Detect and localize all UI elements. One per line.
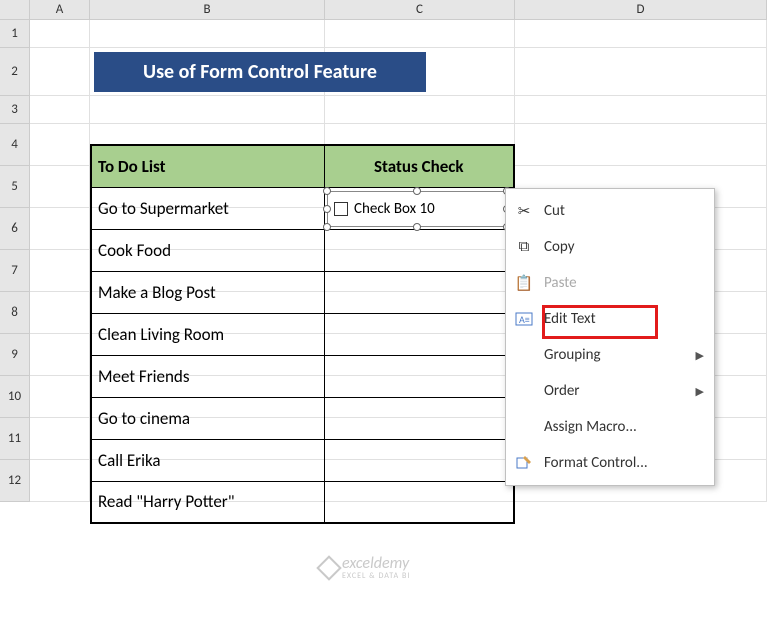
context-menu: ✂ Cut ⧉ Copy 📋 Paste A≡ Edit Text Groupi… [505,188,715,486]
table-row[interactable]: Read "Harry Potter" [91,481,324,523]
table-row[interactable] [324,271,514,313]
cell[interactable] [30,20,90,48]
table-row[interactable]: Cook Food [91,229,324,271]
table-row[interactable]: Call Erika [91,439,324,481]
cell[interactable] [325,20,515,48]
cell[interactable] [30,208,90,250]
table-row[interactable] [324,229,514,271]
cell[interactable] [90,20,325,48]
menu-copy-label: Copy [544,238,704,256]
table-row[interactable] [324,481,514,523]
checkbox-icon[interactable] [334,202,348,216]
table-row[interactable]: Go to Supermarket [91,187,324,229]
row-header-7[interactable]: 7 [0,250,30,292]
menu-format-control-label: Format Control... [544,454,704,472]
menu-cut[interactable]: ✂ Cut [506,193,714,229]
header-todo: To Do List [91,145,324,187]
menu-paste-label: Paste [544,274,704,292]
col-header-A[interactable]: A [30,0,90,20]
table-row[interactable]: Meet Friends [91,355,324,397]
select-all-corner[interactable] [0,0,30,20]
cell[interactable] [515,124,767,166]
table-row[interactable]: Go to cinema [91,397,324,439]
cell[interactable] [30,376,90,418]
scissors-icon: ✂ [514,201,534,221]
cell[interactable] [30,48,90,96]
page-title: Use of Form Control Feature [94,52,426,92]
watermark-text: exceldemy EXCEL & DATA BI [342,554,410,581]
row-header-6[interactable]: 6 [0,208,30,250]
table-row[interactable]: Clean Living Room [91,313,324,355]
col-header-B[interactable]: B [90,0,325,20]
menu-assign-macro-label: Assign Macro... [544,418,704,436]
cell[interactable] [30,418,90,460]
cell[interactable] [30,334,90,376]
row-header-4[interactable]: 4 [0,124,30,166]
row-header-2[interactable]: 2 [0,48,30,96]
cell[interactable] [515,96,767,124]
blank-icon [514,381,534,401]
diamond-icon [316,555,341,580]
col-header-D[interactable]: D [515,0,767,20]
menu-edit-text-label: Edit Text [544,310,704,328]
table-row[interactable] [324,355,514,397]
format-control-icon [514,453,534,473]
cell[interactable] [30,96,90,124]
checkbox-form-control[interactable]: Check Box 10 [327,191,507,227]
column-headers: A B C D [0,0,767,20]
menu-cut-label: Cut [544,202,704,220]
col-header-C[interactable]: C [325,0,515,20]
cell[interactable] [325,96,515,124]
row-header-3[interactable]: 3 [0,96,30,124]
row-header-12[interactable]: 12 [0,460,30,502]
cell[interactable] [30,250,90,292]
paste-icon: 📋 [514,273,534,293]
selection-handle[interactable] [413,223,421,231]
cell[interactable] [515,48,767,96]
table-row[interactable] [324,439,514,481]
chevron-right-icon: ▶ [696,349,704,362]
cell[interactable] [30,292,90,334]
blank-icon [514,345,534,365]
svg-text:A≡: A≡ [519,313,530,326]
checkbox-label: Check Box 10 [354,200,435,218]
blank-icon [514,417,534,437]
menu-grouping-label: Grouping [544,346,686,364]
menu-order[interactable]: Order ▶ [506,373,714,409]
selection-handle[interactable] [323,223,331,231]
row-header-9[interactable]: 9 [0,334,30,376]
menu-paste: 📋 Paste [506,265,714,301]
table-row[interactable] [324,397,514,439]
title-text: Use of Form Control Feature [143,60,377,84]
edit-text-icon: A≡ [514,309,534,329]
row-header-8[interactable]: 8 [0,292,30,334]
cell[interactable] [515,20,767,48]
cell[interactable] [30,166,90,208]
watermark: exceldemy EXCEL & DATA BI [320,554,410,581]
menu-grouping[interactable]: Grouping ▶ [506,337,714,373]
cell[interactable] [30,460,90,502]
row-header-10[interactable]: 10 [0,376,30,418]
menu-order-label: Order [544,382,686,400]
header-status: Status Check [324,145,514,187]
table-row[interactable]: Make a Blog Post [91,271,324,313]
cell[interactable] [90,96,325,124]
menu-assign-macro[interactable]: Assign Macro... [506,409,714,445]
menu-format-control[interactable]: Format Control... [506,445,714,481]
menu-edit-text[interactable]: A≡ Edit Text [506,301,714,337]
row-header-1[interactable]: 1 [0,20,30,48]
chevron-right-icon: ▶ [696,385,704,398]
row-header-5[interactable]: 5 [0,166,30,208]
cell[interactable] [30,124,90,166]
table-row[interactable] [324,313,514,355]
selection-handle[interactable] [413,187,421,195]
menu-copy[interactable]: ⧉ Copy [506,229,714,265]
row-header-11[interactable]: 11 [0,418,30,460]
copy-icon: ⧉ [514,237,534,257]
selection-handle[interactable] [323,205,331,213]
selection-handle[interactable] [323,187,331,195]
